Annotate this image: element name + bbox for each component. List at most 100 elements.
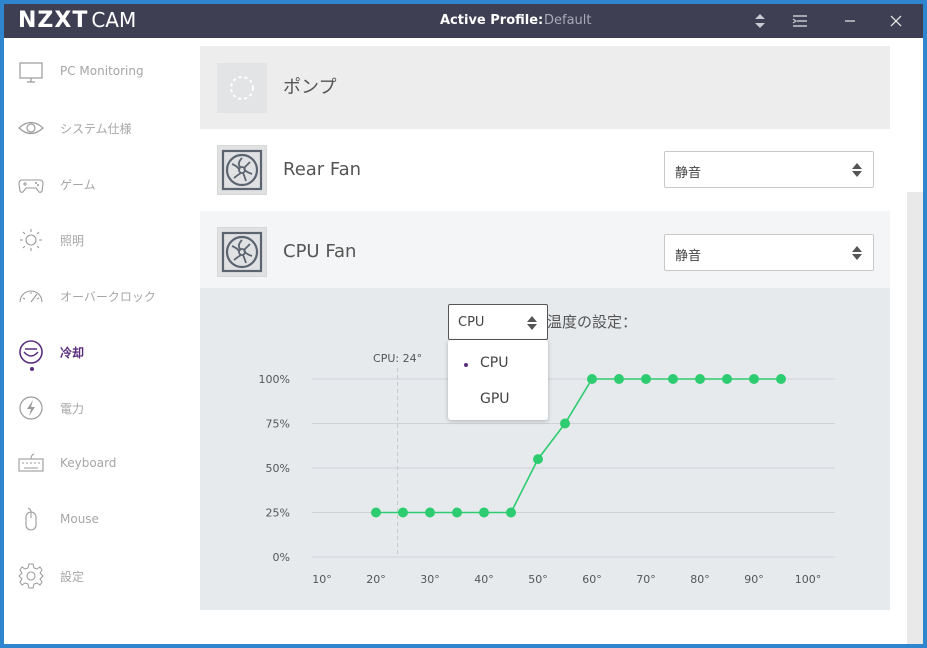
y-tick-label: 0% xyxy=(273,551,290,564)
eye-icon xyxy=(18,115,44,141)
minimize-button[interactable] xyxy=(830,4,870,38)
fan-icon xyxy=(221,231,263,273)
sidebar-item-pc-monitoring[interactable]: PC Monitoring xyxy=(4,44,200,100)
temp-setting-label: 温度の設定： xyxy=(547,313,638,331)
data-point[interactable] xyxy=(452,507,462,518)
x-tick-label: 10° xyxy=(312,573,332,586)
active-profile-value[interactable]: Default xyxy=(544,13,592,28)
sidebar-item-settings[interactable]: 設定 xyxy=(4,548,200,604)
logo-sub: CAM xyxy=(91,8,137,32)
cooling-icon xyxy=(18,339,44,365)
data-point[interactable] xyxy=(614,374,624,384)
fan-icon xyxy=(221,149,263,191)
y-tick-label: 100% xyxy=(259,373,290,386)
temp-source-dropdown: CPU GPU xyxy=(448,340,548,420)
sidebar-item-label: PC Monitoring xyxy=(60,64,144,78)
sidebar-item-system-specs[interactable]: システム仕様 xyxy=(4,100,200,156)
menu-icon xyxy=(792,15,807,27)
gear-icon xyxy=(18,563,44,589)
data-point[interactable] xyxy=(695,374,705,384)
y-tick-label: 75% xyxy=(266,418,290,431)
app-logo: NZXT CAM xyxy=(18,8,136,33)
profile-switch-button[interactable] xyxy=(740,4,780,38)
sidebar-item-label: オーバークロック xyxy=(60,290,156,304)
pump-title: ポンプ xyxy=(283,77,337,98)
data-point[interactable] xyxy=(668,374,678,384)
rear-fan-icon-box xyxy=(217,145,267,195)
x-tick-label: 80° xyxy=(690,573,710,586)
data-point[interactable] xyxy=(776,374,786,384)
dropdown-option-cpu[interactable]: CPU xyxy=(448,346,548,382)
sidebar-item-power[interactable]: 電力 xyxy=(4,380,200,436)
sidebar: PC Monitoring システム仕様 ゲーム 照明 オーバークロック 冷却 … xyxy=(4,38,200,644)
current-temp-label: CPU: 24° xyxy=(373,352,422,365)
main-content: ポンプ Rear Fan 静音 CPU Fan 静音 100% 75% 50% 25%… xyxy=(200,38,923,644)
sort-arrows-icon xyxy=(527,316,537,330)
x-tick-label: 40° xyxy=(474,573,494,586)
sidebar-item-label: Keyboard xyxy=(60,456,117,470)
mouse-icon xyxy=(18,507,44,533)
fan-curve-panel: 100% 75% 50% 25% 0% 10° 20° 30° 40° 50° 60° 70° 80° 9… xyxy=(200,288,890,610)
data-point[interactable] xyxy=(398,507,408,518)
data-point[interactable] xyxy=(371,507,381,518)
data-point[interactable] xyxy=(506,507,516,518)
sidebar-item-cooling[interactable]: 冷却 xyxy=(4,324,200,380)
x-tick-label: 100° xyxy=(795,573,822,586)
cpu-fan-mode-value: 静音 xyxy=(675,249,702,264)
cpu-fan-mode-select[interactable]: 静音 xyxy=(664,234,874,271)
light-icon xyxy=(18,227,44,253)
pump-icon-box xyxy=(217,63,267,113)
logo-main: NZXT xyxy=(18,8,89,33)
dropdown-option-gpu[interactable]: GPU xyxy=(448,382,548,418)
sidebar-item-keyboard[interactable]: Keyboard xyxy=(4,436,200,492)
sidebar-item-mouse[interactable]: Mouse xyxy=(4,492,200,548)
rear-fan-mode-value: 静音 xyxy=(675,166,702,181)
sidebar-item-label: ゲーム xyxy=(60,178,96,192)
minimize-icon xyxy=(845,20,855,22)
sort-arrows-icon xyxy=(755,14,765,28)
sidebar-item-overclock[interactable]: オーバークロック xyxy=(4,268,200,324)
data-point[interactable] xyxy=(749,374,759,384)
sort-arrows-icon xyxy=(852,246,862,260)
selected-indicator xyxy=(464,363,468,367)
scrollbar[interactable] xyxy=(907,192,923,644)
data-point[interactable] xyxy=(722,374,732,384)
keyboard-icon xyxy=(18,451,44,477)
data-point[interactable] xyxy=(641,374,651,384)
y-tick-label: 25% xyxy=(266,507,290,520)
sort-arrows-icon xyxy=(852,163,862,177)
sidebar-item-label: 照明 xyxy=(60,234,85,248)
active-indicator xyxy=(30,367,34,371)
device-row-cpu-fan[interactable]: CPU Fan 静音 xyxy=(200,211,890,294)
sidebar-item-games[interactable]: ゲーム xyxy=(4,156,200,212)
close-icon xyxy=(890,15,902,27)
temp-source-select[interactable]: CPU xyxy=(448,304,548,340)
app-window: NZXT CAM Active Profile: Default PC Monit… xyxy=(4,4,923,644)
rear-fan-title: Rear Fan xyxy=(283,159,362,180)
sidebar-item-label: システム仕様 xyxy=(60,122,132,136)
data-point[interactable] xyxy=(533,454,543,465)
power-icon xyxy=(18,395,44,421)
active-profile-label: Active Profile: xyxy=(440,13,544,28)
gamepad-icon xyxy=(18,171,44,197)
x-tick-label: 70° xyxy=(636,573,656,586)
rear-fan-mode-select[interactable]: 静音 xyxy=(664,151,874,188)
gauge-icon xyxy=(18,283,44,309)
x-tick-label: 20° xyxy=(366,573,386,586)
menu-button[interactable] xyxy=(780,4,820,38)
dropdown-option-label: GPU xyxy=(480,391,510,407)
dropdown-option-label: CPU xyxy=(480,355,509,371)
data-point[interactable] xyxy=(560,418,570,429)
data-point[interactable] xyxy=(587,374,597,384)
cpu-fan-title: CPU Fan xyxy=(283,241,357,262)
device-row-pump[interactable]: ポンプ xyxy=(200,46,890,129)
device-row-rear-fan[interactable]: Rear Fan 静音 xyxy=(200,129,890,211)
data-point[interactable] xyxy=(425,507,435,518)
x-tick-label: 30° xyxy=(420,573,440,586)
data-point[interactable] xyxy=(479,507,489,518)
sidebar-item-lighting[interactable]: 照明 xyxy=(4,212,200,268)
close-button[interactable] xyxy=(876,4,916,38)
series-line xyxy=(376,378,781,514)
monitor-icon xyxy=(18,59,44,85)
title-bar: NZXT CAM Active Profile: Default xyxy=(4,4,923,38)
